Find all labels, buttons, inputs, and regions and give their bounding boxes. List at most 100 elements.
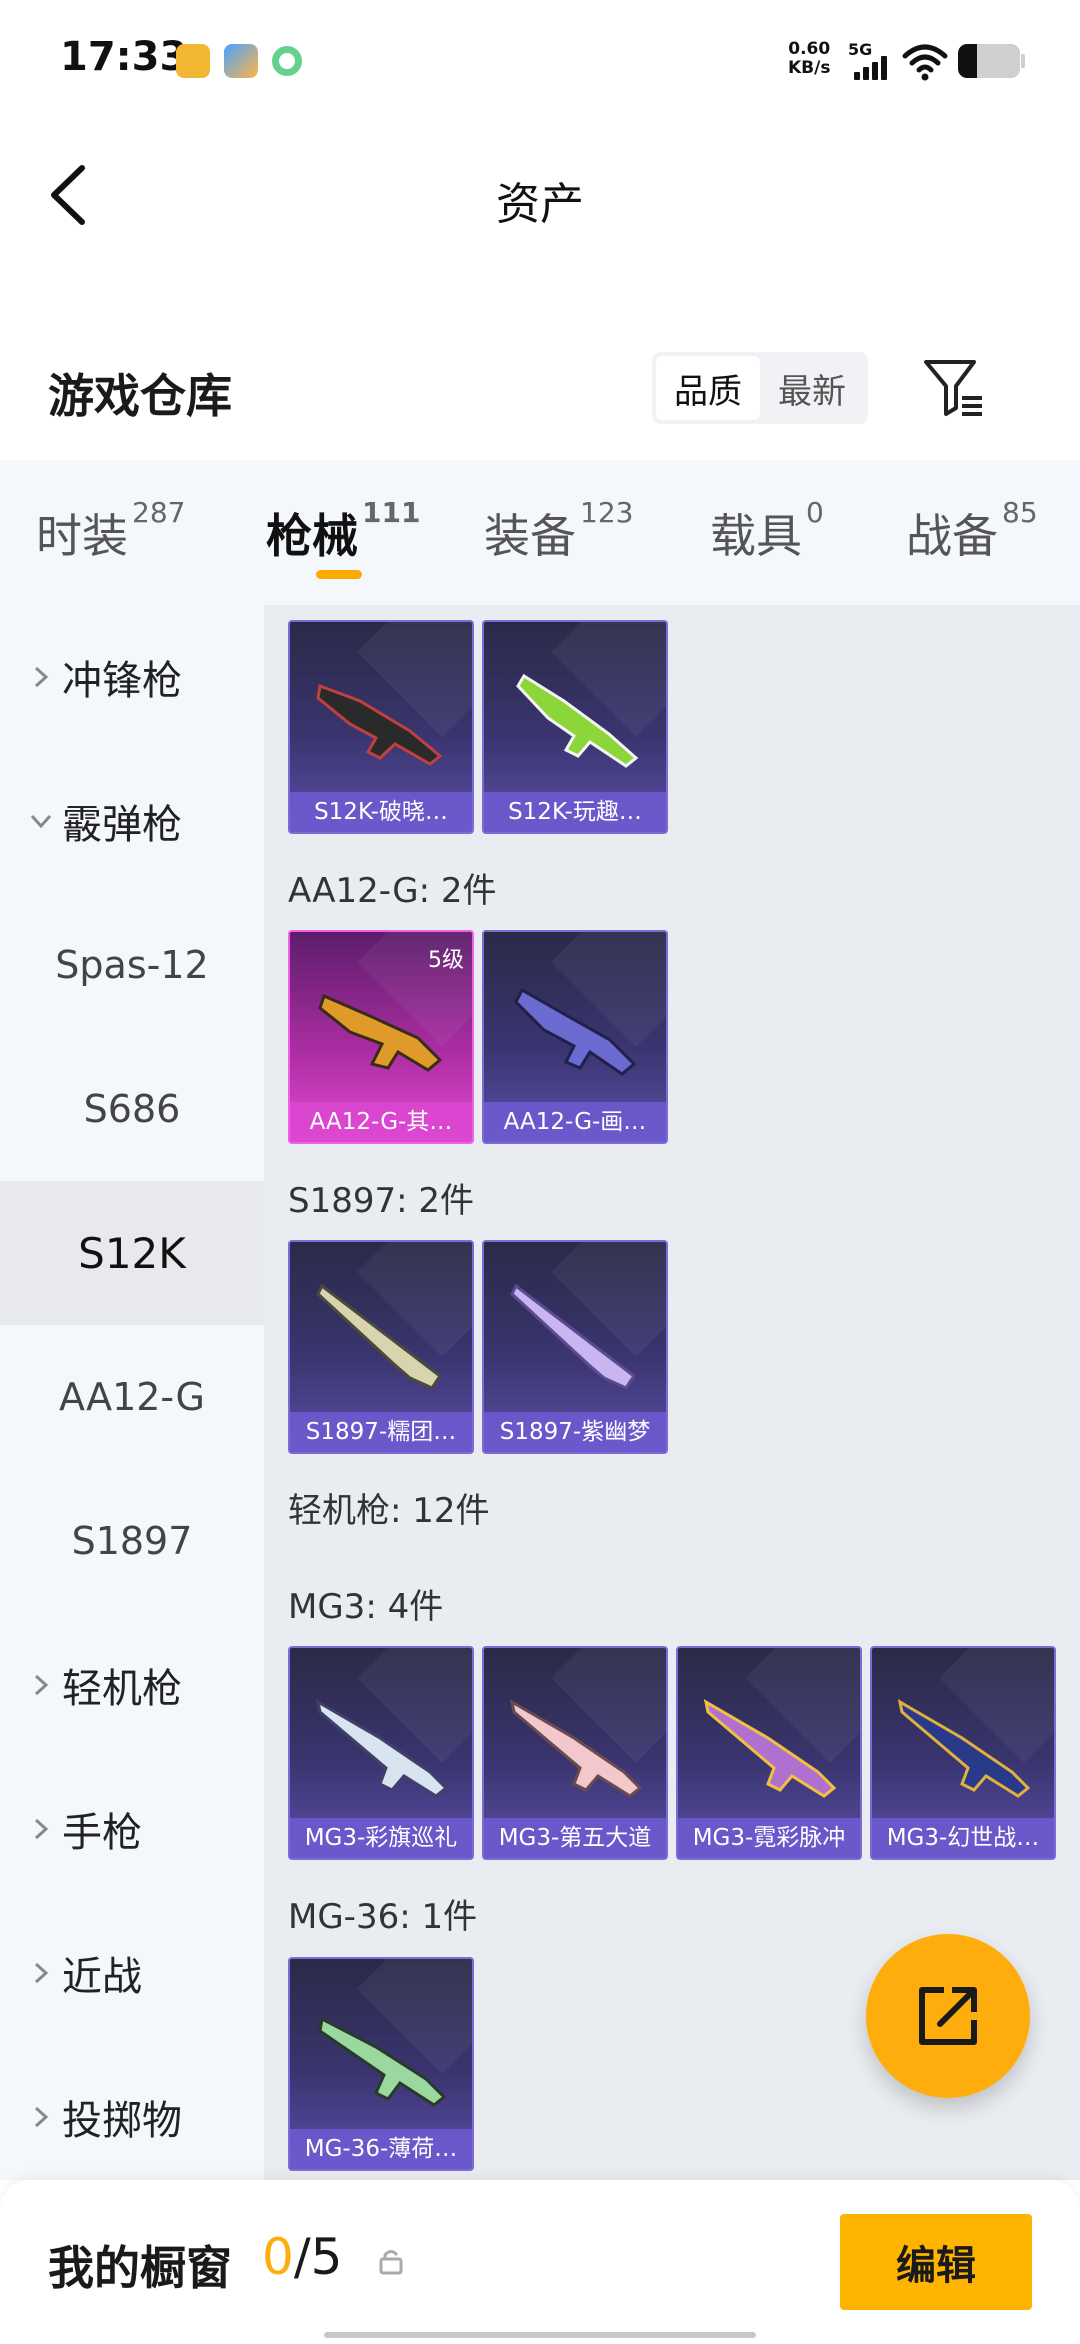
sidebar-item-label: 霰弹枪 (62, 802, 182, 848)
tab-vehicles[interactable]: 载具 0 (710, 496, 824, 566)
network-speed-unit: KB/s (788, 58, 831, 78)
sidebar-item-label: 手枪 (62, 1810, 142, 1856)
tab-weapons[interactable]: 枪械 111 (266, 496, 420, 566)
status-time: 17:33 (60, 34, 188, 80)
weapon-name: S1897-紫幽梦 (484, 1412, 666, 1452)
tab-count: 111 (362, 496, 421, 529)
weapon-name: AA12-G-画… (484, 1102, 666, 1142)
weapon-name: AA12-G-其… (290, 1102, 472, 1142)
warehouse-title: 游戏仓库 (48, 369, 232, 423)
weapon-card[interactable]: 5级 AA12-G-其… (288, 930, 474, 1144)
weapon-name: S12K-玩趣… (484, 792, 666, 832)
chevron-right-icon (34, 2106, 49, 2128)
chevron-right-icon (34, 1674, 49, 1696)
filter-icon[interactable] (922, 356, 986, 420)
page-title: 资产 (496, 179, 584, 230)
showcase-label: 我的橱窗 (48, 2241, 232, 2295)
showcase-bar: 我的橱窗 0/5 编辑 (0, 2180, 1080, 2344)
sidebar-item-label: 轻机枪 (62, 1666, 182, 1712)
chevron-down-icon (30, 814, 52, 829)
tab-label: 战备 (906, 509, 998, 563)
share-button[interactable] (866, 1934, 1030, 2098)
status-bar: 17:33 0.60 KB/s 5G (0, 0, 1080, 120)
battery-icon (958, 44, 1020, 78)
tab-count: 85 (1002, 496, 1038, 529)
shotgun-skin-icon (316, 683, 443, 766)
weapon-card[interactable]: S1897-紫幽梦 (482, 1240, 668, 1454)
weapon-name: MG-36-薄荷… (290, 2129, 472, 2169)
weapon-card[interactable]: S12K-玩趣… (482, 620, 668, 834)
machine-gun-skin-icon (318, 2016, 447, 2107)
group-header: 轻机枪: 12件 (288, 1491, 490, 1531)
sidebar-item-pistol[interactable]: 手枪 (0, 1757, 264, 1901)
shotgun-skin-icon (318, 993, 443, 1072)
tab-count: 287 (132, 496, 186, 529)
tab-label: 装备 (484, 509, 576, 563)
weapon-name: S12K-破晓… (290, 792, 472, 832)
sidebar-item-s686[interactable]: S686 (0, 1037, 264, 1181)
share-external-icon (919, 1987, 977, 2045)
battery-level (958, 44, 977, 78)
weapon-name: MG3-彩旗巡礼 (290, 1818, 472, 1858)
sidebar-item-smg[interactable]: 冲锋枪 (0, 605, 264, 749)
weapon-card[interactable]: MG3-第五大道 (482, 1646, 668, 1860)
weapon-card[interactable]: S1897-糯团… (288, 1240, 474, 1454)
machine-gun-skin-icon (509, 1699, 643, 1798)
weapon-card[interactable]: AA12-G-画… (482, 930, 668, 1144)
showcase-count: 0/5 (262, 2228, 342, 2286)
tab-label: 枪械 (266, 509, 358, 563)
sidebar-item-aa12-g[interactable]: AA12-G (0, 1325, 264, 1469)
app-notification-icon (272, 46, 302, 76)
sidebar-item-s1897[interactable]: S1897 (0, 1469, 264, 1613)
tab-count: 0 (806, 496, 824, 529)
weapon-name: MG3-霓彩脉冲 (678, 1818, 860, 1858)
weapon-card[interactable]: MG3-幻世战… (870, 1646, 1056, 1860)
sidebar-item-label: 冲锋枪 (62, 658, 182, 704)
sort-option-quality[interactable]: 品质 (656, 356, 760, 420)
sidebar-item-label: 投掷物 (62, 2098, 182, 2144)
home-indicator[interactable] (324, 2332, 756, 2338)
shotgun-skin-icon (514, 987, 637, 1076)
tab-count: 123 (580, 496, 634, 529)
machine-gun-skin-icon (897, 1699, 1031, 1798)
tab-label: 时装 (36, 509, 128, 563)
sidebar-item-s12k[interactable]: S12K (0, 1181, 264, 1325)
tab-equipment[interactable]: 装备 123 (484, 496, 633, 566)
tab-supplies[interactable]: 战备 85 (906, 496, 1038, 566)
shotgun-skin-icon (510, 1283, 637, 1390)
app-notification-icon (176, 44, 210, 78)
showcase-count-current: 0 (262, 2228, 294, 2286)
network-speed-value: 0.60 (788, 39, 831, 59)
showcase-count-separator: / (293, 2228, 311, 2286)
edit-button[interactable]: 编辑 (840, 2214, 1032, 2310)
app-notification-icon (224, 44, 258, 78)
shotgun-skin-icon (316, 1283, 443, 1390)
sort-toggle: 品质 最新 (652, 352, 868, 424)
weapon-card[interactable]: S12K-破晓… (288, 620, 474, 834)
shotgun-skin-icon (516, 673, 639, 768)
sidebar-item-melee[interactable]: 近战 (0, 1901, 264, 2045)
sidebar-item-spas-12[interactable]: Spas-12 (0, 893, 264, 1037)
weapon-name: S1897-糯团… (290, 1412, 472, 1452)
showcase-count-total: 5 (310, 2228, 343, 2286)
tab-active-indicator (316, 570, 362, 579)
wifi-icon (902, 44, 948, 81)
chevron-right-icon (34, 666, 49, 688)
sidebar-item-lmg[interactable]: 轻机枪 (0, 1613, 264, 1757)
group-header: S1897: 2件 (288, 1181, 475, 1221)
chevron-right-icon (34, 1962, 49, 1984)
sort-option-latest[interactable]: 最新 (760, 356, 864, 420)
machine-gun-skin-icon (315, 1699, 449, 1798)
weapon-category-sidebar: 冲锋枪 霰弹枪 Spas-12 S686 S12K AA12-G S1897 轻… (0, 605, 264, 2180)
sidebar-item-shotgun[interactable]: 霰弹枪 (0, 749, 264, 893)
weapon-card[interactable]: MG-36-薄荷… (288, 1957, 474, 2171)
tab-fashion[interactable]: 时装 287 (36, 496, 185, 566)
category-tabs: 时装 287 枪械 111 装备 123 载具 0 战备 85 (0, 460, 1080, 605)
tab-label: 载具 (710, 509, 802, 563)
sidebar-item-throwable[interactable]: 投掷物 (0, 2045, 264, 2189)
network-speed: 0.60 KB/s (788, 40, 830, 78)
weapon-card[interactable]: MG3-彩旗巡礼 (288, 1646, 474, 1860)
sidebar-item-label: 近战 (62, 1954, 142, 2000)
weapon-card[interactable]: MG3-霓彩脉冲 (676, 1646, 862, 1860)
lock-icon (379, 2250, 403, 2275)
